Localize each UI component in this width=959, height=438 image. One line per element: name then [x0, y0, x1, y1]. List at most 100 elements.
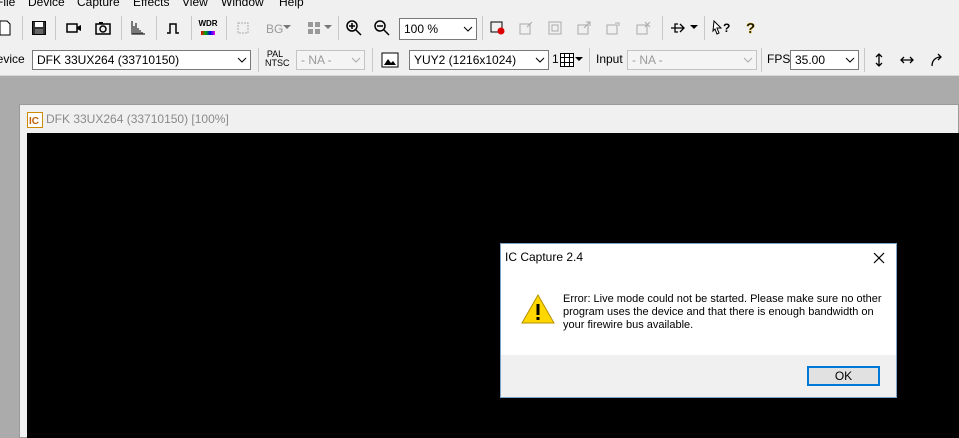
svg-text:IC: IC	[29, 116, 39, 126]
vertical-arrows-icon	[875, 53, 883, 67]
zoom-in-icon	[346, 20, 362, 36]
new-button[interactable]	[0, 17, 16, 39]
device-select-value: DFK 33UX264 (33710150)	[37, 53, 180, 67]
network-dropdown-button[interactable]	[688, 17, 700, 39]
video-norm-select[interactable]: - NA -	[296, 50, 365, 70]
remove-icon	[636, 21, 651, 35]
help-icon: ?	[746, 20, 756, 37]
histogram-icon	[131, 21, 145, 35]
dialog-title: IC Capture 2.4	[505, 250, 584, 264]
image-format-icon	[381, 52, 399, 68]
menu-help[interactable]: Help	[279, 0, 304, 9]
chevron-down-icon	[740, 51, 756, 69]
menu-bar: File Device Capture Effects View Window …	[0, 0, 959, 11]
usb-icon	[671, 23, 685, 33]
deinterlace-button[interactable]	[232, 17, 254, 39]
dialog-footer: OK	[501, 355, 896, 397]
rotate-button[interactable]	[926, 49, 948, 71]
ic-capture-app-icon: IC	[27, 112, 43, 128]
zoom-out-button[interactable]	[371, 17, 393, 39]
export-icon	[577, 21, 591, 35]
toolbar-separator	[121, 16, 122, 40]
video-format-select[interactable]: YUY2 (1216x1024)	[409, 50, 549, 70]
rotate-icon	[931, 53, 942, 67]
roi-icon	[490, 21, 505, 35]
input-select-value: - NA -	[632, 53, 663, 67]
trigger-button[interactable]	[162, 17, 184, 39]
chevron-down-icon	[690, 25, 698, 29]
flip-vertical-button[interactable]	[868, 49, 890, 71]
svg-text:?: ?	[723, 21, 730, 35]
zoom-select[interactable]: 100 %	[399, 18, 477, 40]
error-dialog: IC Capture 2.4 Error: Live mode could no…	[500, 243, 897, 398]
menu-view[interactable]: View	[182, 0, 208, 9]
save-button[interactable]	[28, 17, 50, 39]
device-toolbar: Device DFK 33UX264 (33710150) PAL NTSC -…	[0, 45, 959, 76]
fps-select[interactable]: 35.00	[790, 50, 859, 70]
zoom-select-value: 100 %	[404, 22, 439, 36]
horizontal-arrows-icon	[900, 56, 914, 64]
video-camera-icon	[66, 23, 81, 33]
overlay-button[interactable]	[515, 17, 537, 39]
fps-select-value: 35.00	[795, 53, 826, 67]
menu-effects[interactable]: Effects	[133, 0, 169, 9]
input-label: Input	[596, 52, 623, 66]
video-window-title: DFK 33UX264 (33710150) [100%]	[46, 112, 229, 126]
record-video-button[interactable]	[63, 17, 85, 39]
ok-button[interactable]: OK	[807, 366, 880, 386]
warning-icon	[521, 293, 555, 325]
context-help-button[interactable]: ?	[710, 17, 732, 39]
ntsc-label: NTSC	[265, 58, 290, 68]
close-icon	[873, 252, 885, 264]
binning-dropdown-button[interactable]	[574, 49, 584, 71]
overlay-icon	[519, 21, 533, 35]
help-pointer-icon: ?	[712, 19, 730, 35]
video-norm-value: - NA -	[301, 53, 332, 67]
layout-dropdown-button[interactable]	[322, 17, 334, 39]
chevron-down-icon	[324, 25, 332, 29]
zoom-in-button[interactable]	[343, 17, 365, 39]
flip-horizontal-button[interactable]	[896, 49, 918, 71]
roi-button[interactable]	[487, 17, 509, 39]
fps-label: FPS	[767, 52, 791, 66]
toolbar-separator	[589, 48, 590, 72]
menu-capture[interactable]: Capture	[77, 0, 120, 9]
dialog-close-button[interactable]	[868, 247, 890, 269]
toolbar-separator	[482, 16, 483, 40]
binning-value: 1	[552, 52, 559, 66]
input-select[interactable]: - NA -	[627, 50, 757, 70]
toolbar-separator	[258, 48, 259, 72]
toolbar-separator	[156, 16, 157, 40]
snap-image-button[interactable]	[92, 17, 114, 39]
chevron-down-icon	[348, 51, 364, 69]
wdr-icon: WDR	[198, 19, 218, 28]
menu-window[interactable]: Window	[221, 0, 264, 9]
toolbar-separator	[55, 16, 56, 40]
histogram-button[interactable]	[127, 17, 149, 39]
device-select[interactable]: DFK 33UX264 (33710150)	[32, 50, 251, 70]
bg-dropdown-button[interactable]	[281, 17, 293, 39]
main-toolbar: WDR BG 100 % ? ?	[0, 11, 959, 45]
toolbar-separator	[372, 48, 373, 72]
frame-button[interactable]	[544, 17, 566, 39]
export-button[interactable]	[573, 17, 595, 39]
wdr-button[interactable]: WDR	[197, 17, 219, 39]
about-button[interactable]: ?	[740, 17, 762, 39]
network-button[interactable]	[667, 17, 689, 39]
binning-button[interactable]	[559, 49, 575, 71]
toolbar-separator	[338, 16, 339, 40]
trigger-pulse-icon	[167, 23, 179, 34]
toolbar-separator	[226, 16, 227, 40]
remove-button[interactable]	[632, 17, 654, 39]
tiles-icon	[308, 22, 320, 34]
menu-device[interactable]: Device	[28, 0, 65, 9]
zoom-out-icon	[374, 20, 390, 36]
wdr-color-bar	[201, 31, 215, 35]
new-file-icon	[0, 20, 11, 36]
video-format-button[interactable]	[379, 49, 401, 71]
grid-icon	[560, 53, 574, 67]
toolbar-separator	[191, 16, 192, 40]
menu-file[interactable]: File	[0, 0, 15, 9]
import-button[interactable]	[602, 17, 624, 39]
chevron-down-icon	[842, 51, 858, 69]
